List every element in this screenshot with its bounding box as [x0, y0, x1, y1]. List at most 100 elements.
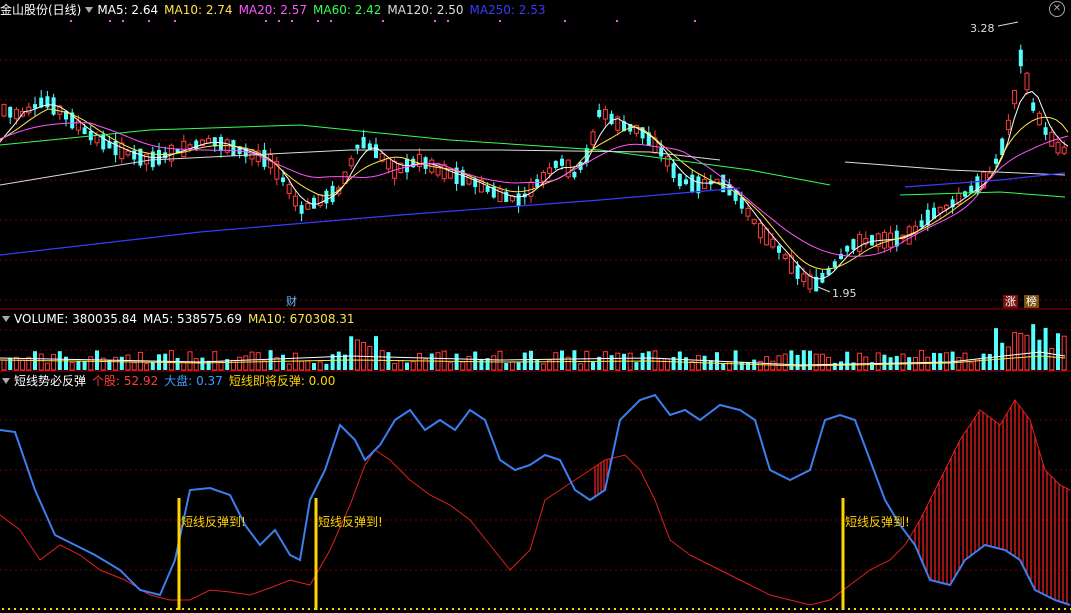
- baseline-dot: [428, 608, 430, 610]
- baseline-dot: [368, 608, 370, 610]
- candle-body: [441, 164, 447, 180]
- candle-body: [994, 158, 998, 164]
- candle-body: [125, 150, 131, 156]
- volume-bar: [51, 353, 57, 371]
- baseline-dot: [116, 608, 118, 610]
- baseline-dot: [674, 608, 676, 610]
- indicator-title[interactable]: 短线势必反弹: [14, 374, 86, 388]
- volume-bar: [119, 356, 124, 370]
- financial-report-badge[interactable]: 财: [284, 295, 299, 308]
- candle-body: [969, 185, 974, 193]
- candle-body: [1043, 127, 1048, 135]
- candle-body: [664, 156, 670, 167]
- volume-bar: [845, 351, 850, 370]
- volume-bar: [113, 356, 119, 371]
- baseline-dot: [356, 608, 358, 610]
- volume-bar: [813, 353, 819, 371]
- event-marker: [70, 20, 72, 22]
- stock-title[interactable]: 金山股份(日线): [0, 3, 81, 17]
- baseline-dot: [692, 608, 694, 610]
- baseline-dot: [506, 608, 508, 610]
- event-marker: [564, 20, 566, 22]
- volume-bar: [374, 336, 378, 370]
- baseline-dot: [842, 608, 844, 610]
- volume-ma10-label: MA10: 670308.31: [247, 312, 355, 326]
- baseline-dot: [494, 608, 496, 610]
- ma120-line: [844, 161, 1066, 176]
- baseline-dot: [710, 608, 712, 610]
- indicator-pane-header: 短线势必反弹 个股: 52.92 大盘: 0.37 短线即将反弹: 0.00: [0, 373, 341, 389]
- chart-window[interactable]: 金山股份(日线) MA5: 2.64 MA10: 2.74 MA20: 2.57 MA6…: [0, 0, 1071, 613]
- candle-body: [690, 174, 695, 192]
- volume-bar: [1043, 327, 1048, 370]
- ma120-label: MA120: 2.50: [387, 3, 464, 17]
- limit-up-badge[interactable]: 涨: [1003, 295, 1018, 308]
- baseline-dot: [656, 608, 658, 610]
- baseline-dot: [584, 608, 586, 610]
- kline-chart-svg[interactable]: [0, 0, 1071, 613]
- volume-bar: [721, 363, 726, 370]
- candle-body: [305, 203, 311, 210]
- baseline-dot: [788, 608, 790, 610]
- volume-bar: [634, 362, 639, 370]
- baseline-dot: [1058, 608, 1060, 610]
- baseline-dot: [398, 608, 400, 610]
- baseline-dot: [800, 608, 802, 610]
- dropdown-arrow-icon[interactable]: [2, 378, 10, 384]
- baseline-dot: [20, 608, 22, 610]
- baseline-dot: [224, 608, 226, 610]
- candle-body: [565, 159, 571, 178]
- baseline-dot: [950, 608, 952, 610]
- baseline-dot: [722, 608, 724, 610]
- candle-body: [113, 140, 118, 156]
- dropdown-arrow-icon[interactable]: [85, 7, 94, 13]
- baseline-dot: [554, 608, 556, 610]
- volume-pane-header: VOLUME: 380035.84 MA5: 538575.69 MA10: 670…: [0, 311, 361, 327]
- close-icon[interactable]: ✕: [1049, 1, 1065, 17]
- event-marker: [122, 20, 124, 22]
- baseline-dot: [344, 608, 346, 610]
- baseline-dot: [32, 608, 34, 610]
- volume-bar: [1018, 332, 1024, 371]
- event-marker: [265, 20, 267, 22]
- high-price-pointer: [997, 21, 1019, 27]
- rebound-signal-label: 短线反弹到!: [181, 515, 246, 529]
- ranking-badge[interactable]: 榜: [1024, 295, 1039, 308]
- baseline-dot: [974, 608, 976, 610]
- baseline-dot: [512, 608, 514, 610]
- volume-bar: [994, 328, 998, 370]
- volume-bar: [950, 351, 955, 370]
- candle-body: [540, 172, 546, 182]
- candle-body: [684, 179, 688, 185]
- dropdown-arrow-icon[interactable]: [2, 316, 10, 322]
- volume-bar: [38, 353, 44, 371]
- baseline-dot: [476, 608, 478, 610]
- baseline-dot: [434, 608, 436, 610]
- candle-body: [292, 195, 298, 207]
- volume-bar: [497, 350, 503, 371]
- volume-bar: [1031, 324, 1036, 370]
- baseline-dot: [578, 608, 580, 610]
- volume-bar: [82, 361, 87, 370]
- baseline-dot: [896, 608, 898, 610]
- volume-bar: [479, 358, 484, 370]
- volume-bar: [398, 360, 404, 371]
- volume-bar: [324, 363, 329, 370]
- ma60-line: [0, 124, 831, 186]
- baseline-dot: [110, 608, 112, 610]
- baseline-dot: [254, 608, 256, 610]
- volume-bar: [938, 353, 943, 370]
- volume-bar: [175, 357, 180, 370]
- volume-bar: [968, 362, 974, 371]
- baseline-dot: [992, 608, 994, 610]
- volume-bar: [652, 350, 658, 371]
- baseline-dot: [818, 608, 820, 610]
- baseline-dot: [38, 608, 40, 610]
- baseline-dot: [644, 608, 646, 610]
- baseline-dot: [104, 608, 106, 610]
- candle-body: [919, 220, 924, 227]
- indicator-stock-line: [0, 393, 1071, 606]
- candle-body: [845, 245, 850, 252]
- baseline-dot: [680, 608, 682, 610]
- volume-bar: [163, 353, 168, 370]
